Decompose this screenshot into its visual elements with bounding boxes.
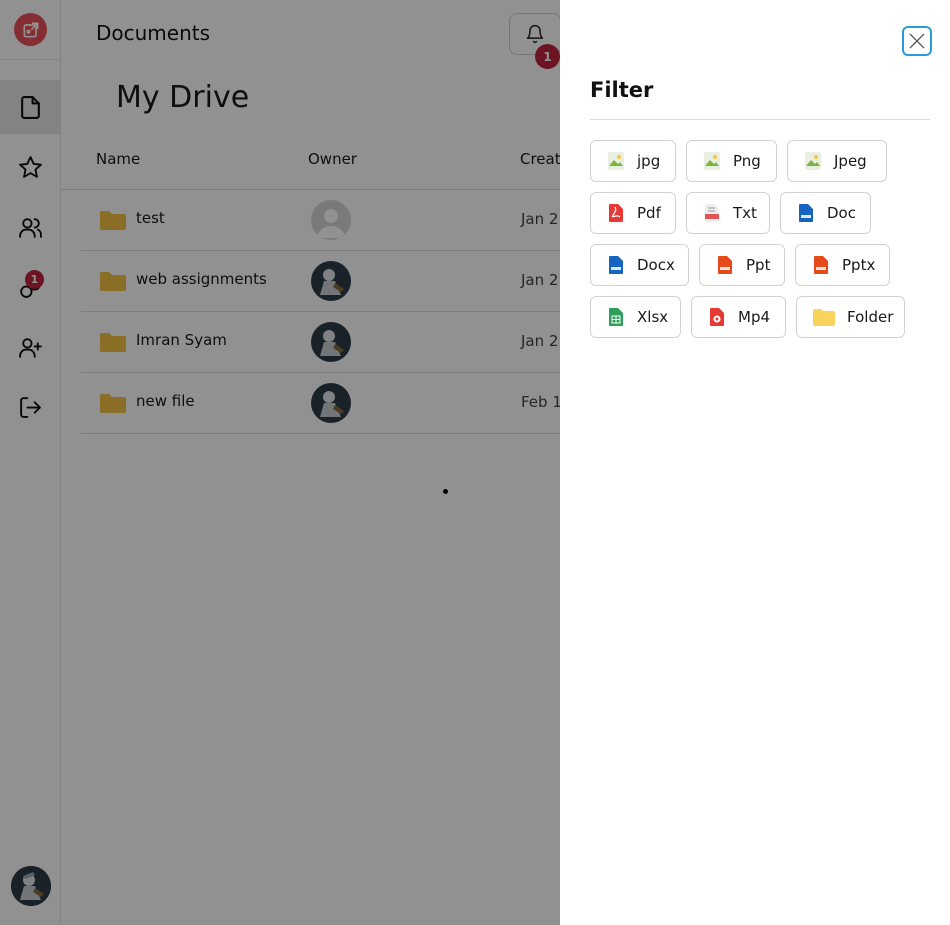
filter-chip-jpg[interactable]: jpg — [590, 140, 676, 182]
chip-label: Jpeg — [834, 152, 867, 170]
doc-file-icon — [607, 255, 625, 275]
doc-file-icon — [797, 203, 815, 223]
filter-chip-folder[interactable]: Folder — [796, 296, 905, 338]
image-file-icon — [703, 151, 721, 171]
filter-divider — [590, 119, 930, 120]
ppt-file-icon — [716, 255, 734, 275]
chip-label: jpg — [637, 152, 661, 170]
chip-label: Txt — [733, 204, 757, 222]
filter-chip-ppt[interactable]: Ppt — [699, 244, 785, 286]
filter-drawer: Filter jpg Png Jpeg Pdf Txt Doc Docx Ppt… — [560, 0, 950, 925]
filter-chip-jpeg[interactable]: Jpeg — [787, 140, 887, 182]
chip-label: Png — [733, 152, 761, 170]
filter-chip-xlsx[interactable]: Xlsx — [590, 296, 681, 338]
filter-chip-pptx[interactable]: Pptx — [795, 244, 890, 286]
ppt-file-icon — [812, 255, 830, 275]
close-icon — [909, 33, 925, 49]
backdrop-overlay[interactable] — [0, 0, 560, 925]
sheet-file-icon — [607, 307, 625, 327]
filter-title: Filter — [590, 78, 654, 102]
chip-label: Folder — [847, 308, 894, 326]
chip-label: Xlsx — [637, 308, 669, 326]
chip-label: Doc — [827, 204, 856, 222]
filter-chip-pdf[interactable]: Pdf — [590, 192, 676, 234]
close-button[interactable] — [902, 26, 932, 56]
chip-label: Pdf — [637, 204, 661, 222]
filter-chip-mp4[interactable]: Mp4 — [691, 296, 786, 338]
txt-file-icon — [703, 203, 721, 223]
folder-icon — [813, 307, 835, 327]
pdf-icon — [607, 203, 625, 223]
chip-label: Pptx — [842, 256, 876, 274]
image-file-icon — [804, 151, 822, 171]
chip-label: Docx — [637, 256, 675, 274]
filter-chip-txt[interactable]: Txt — [686, 192, 770, 234]
chip-label: Ppt — [746, 256, 771, 274]
video-file-icon — [708, 307, 726, 327]
filter-chip-docx[interactable]: Docx — [590, 244, 689, 286]
chip-label: Mp4 — [738, 308, 771, 326]
filter-chip-png[interactable]: Png — [686, 140, 777, 182]
image-file-icon — [607, 151, 625, 171]
filter-chip-doc[interactable]: Doc — [780, 192, 871, 234]
